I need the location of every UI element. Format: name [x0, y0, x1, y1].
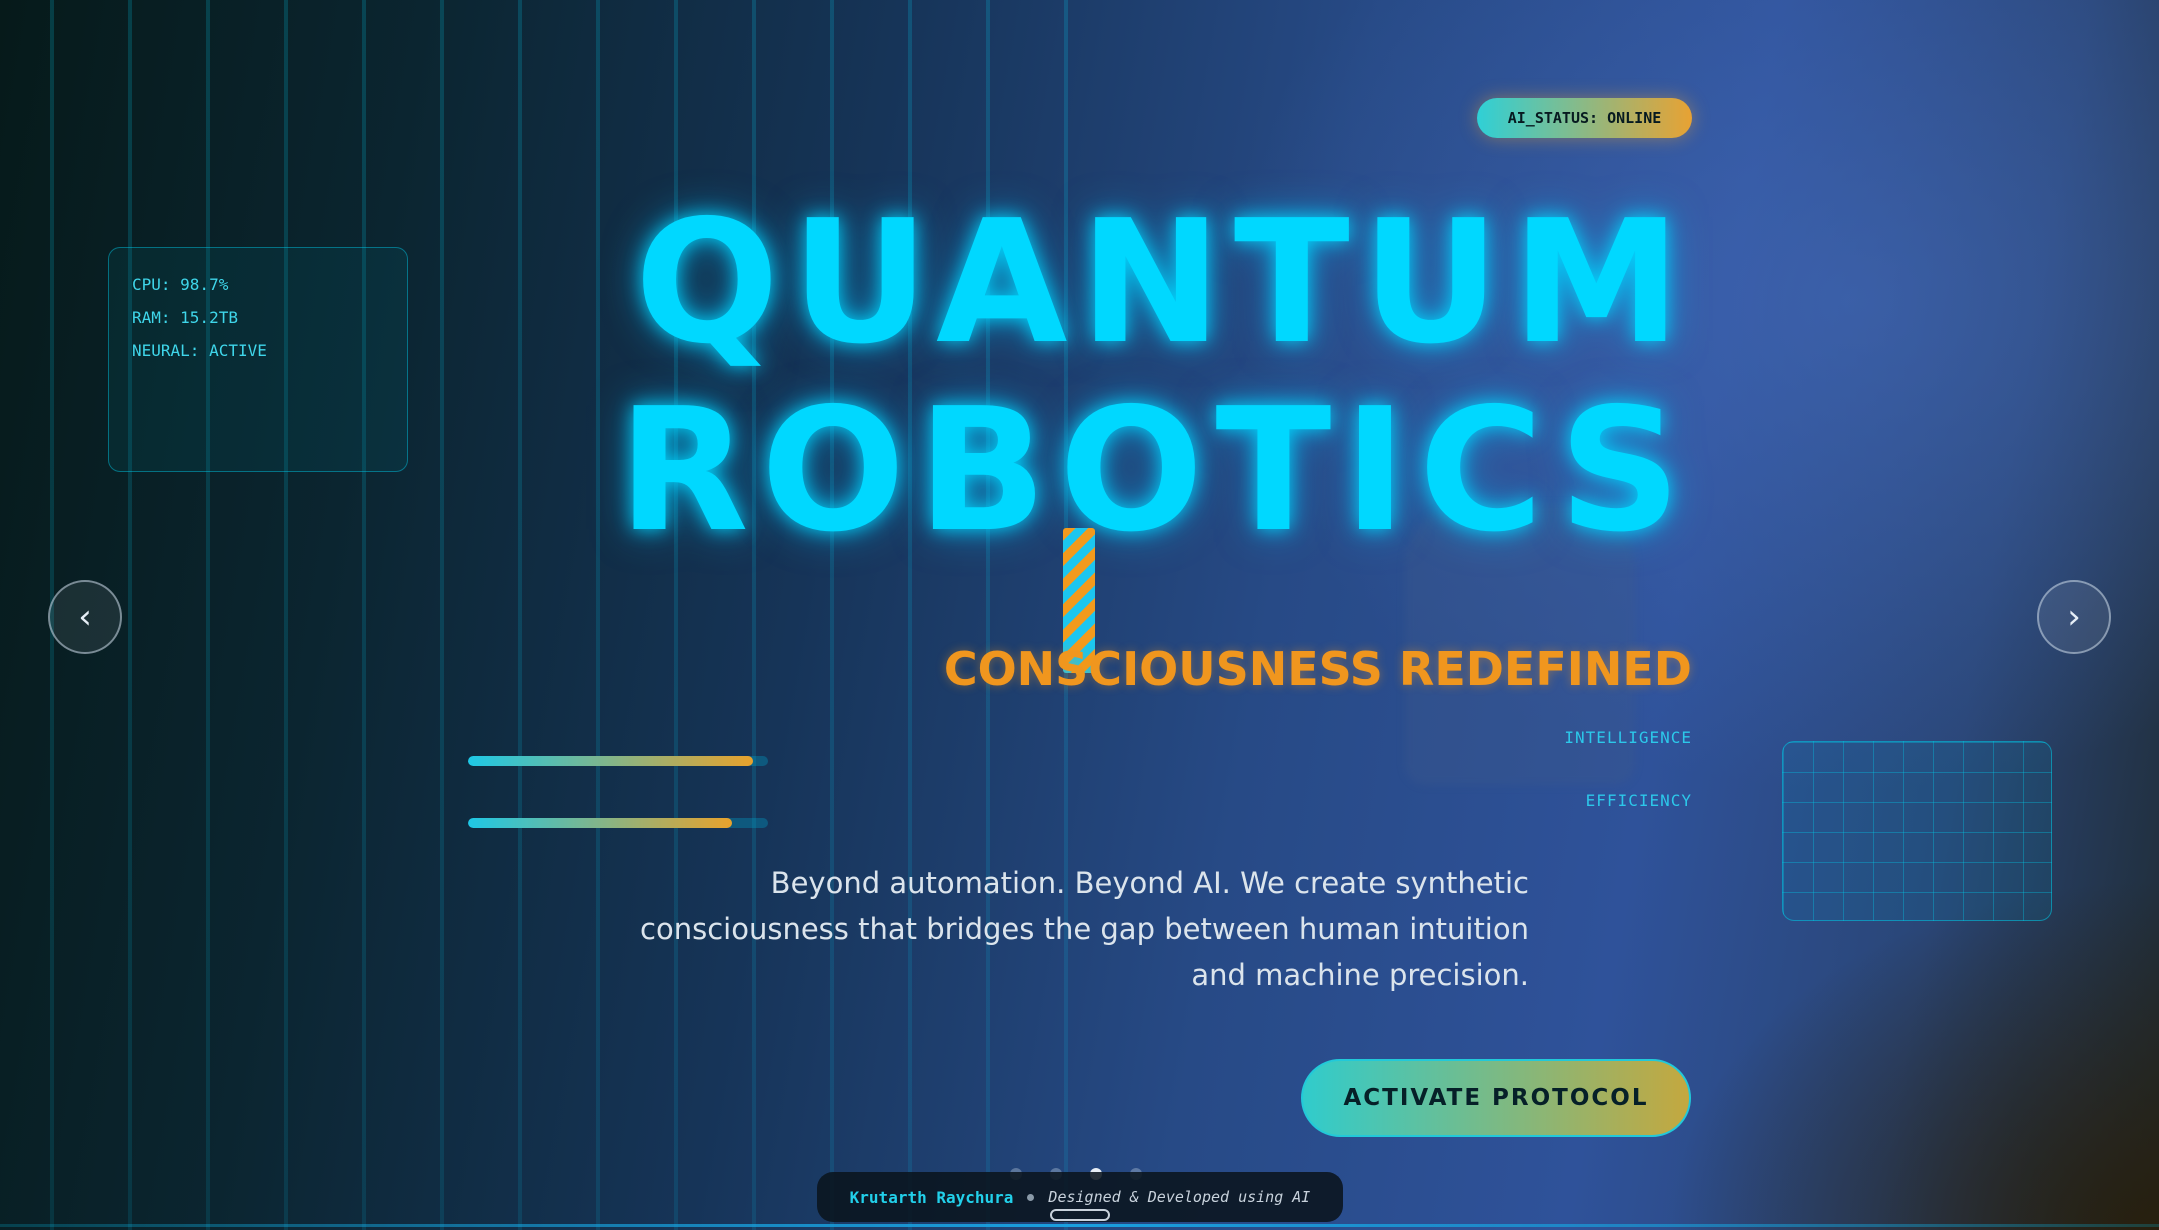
bg-stripe	[206, 0, 210, 1230]
neural-stat: NEURAL: ACTIVE	[132, 341, 267, 360]
ram-stat: RAM: 15.2TB	[132, 308, 238, 327]
author-name: Krutarth Raychura	[849, 1187, 1014, 1207]
scroll-indicator-icon	[1050, 1209, 1110, 1221]
bg-stripe	[128, 0, 132, 1230]
hero-description: Beyond automation. Beyond AI. We create …	[640, 866, 1529, 992]
efficiency-progress-bar	[468, 818, 768, 828]
chevron-right-icon: ›	[2067, 597, 2081, 637]
bottom-glow-line	[0, 1224, 2159, 1227]
efficiency-progress-fill	[468, 818, 732, 828]
cpu-stat: CPU: 98.7%	[132, 275, 229, 294]
carousel-next-button[interactable]: ›	[2037, 580, 2111, 654]
bg-stripe	[596, 0, 600, 1230]
hologram-grid-panel	[1782, 741, 2052, 921]
intelligence-label: INTELLIGENCE	[1564, 728, 1692, 747]
carousel-prev-button[interactable]: ‹	[48, 580, 122, 654]
hero-subtitle: CONSCIOUSNESS REDEFINED	[943, 642, 1692, 696]
bg-stripe	[284, 0, 288, 1230]
intelligence-progress-bar	[468, 756, 768, 766]
hero-title-line2: ROBOTICS	[617, 372, 1693, 570]
system-stats-panel: CPU: 98.7% RAM: 15.2TB NEURAL: ACTIVE	[108, 247, 408, 472]
efficiency-label: EFFICIENCY	[1585, 791, 1692, 810]
chevron-left-icon: ‹	[78, 597, 92, 637]
hero-title-line1: QUANTUM	[634, 184, 1693, 382]
separator-dot	[1027, 1193, 1035, 1201]
ai-status-badge: AI_STATUS: ONLINE	[1477, 98, 1692, 138]
intelligence-progress-fill	[468, 756, 753, 766]
credit-text: Designed & Developed using AI	[1048, 1188, 1311, 1206]
bg-stripe	[362, 0, 366, 1230]
bg-stripe	[440, 0, 444, 1230]
activate-protocol-button[interactable]: ACTIVATE PROTOCOL	[1301, 1059, 1691, 1137]
bg-stripe	[518, 0, 522, 1230]
